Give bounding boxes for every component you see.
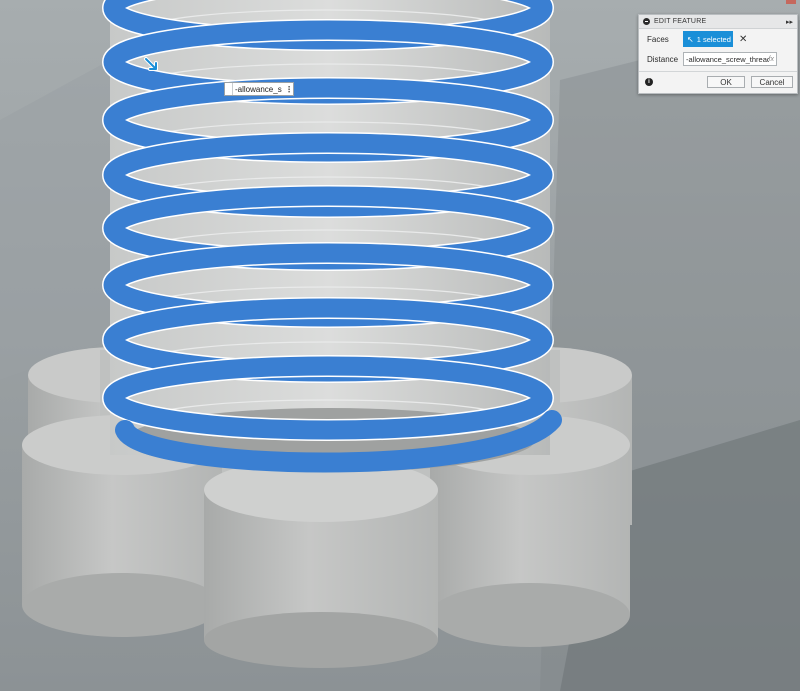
faces-label: Faces [647,34,669,44]
distance-label: Distance [647,54,679,64]
collapse-icon[interactable] [643,18,650,25]
dialog-footer: i OK Cancel [639,74,797,90]
clear-selection-icon[interactable]: ✕ [739,34,747,45]
edit-feature-dialog: EDIT FEATURE ▸▸ Faces ↖ 1 selected ✕ Dis… [638,14,798,94]
cancel-button[interactable]: Cancel [751,76,793,88]
ok-button[interactable]: OK [707,76,745,88]
dialog-header: EDIT FEATURE ▸▸ [639,15,797,29]
distance-row: Distance -allowance_screw_thread fx [639,49,797,69]
divider [639,71,797,72]
distance-field[interactable]: -allowance_screw_thread fx [683,52,777,66]
cursor-icon: ↖ [687,34,694,44]
distance-inline-value[interactable]: -allowance_s [233,85,285,94]
dialog-title: EDIT FEATURE [654,18,707,25]
3d-viewport[interactable] [0,0,800,691]
drag-grip[interactable] [225,83,233,95]
faces-row: Faces ↖ 1 selected ✕ [639,29,797,49]
distance-value[interactable]: -allowance_screw_thread [686,55,769,64]
fx-icon[interactable]: fx [769,56,776,63]
expand-icon[interactable]: ▸▸ [786,18,793,26]
viewcube-edge [786,0,796,4]
distance-inline-input[interactable]: -allowance_s ⋮ [224,82,294,96]
more-vertical-icon[interactable]: ⋮ [285,85,293,94]
faces-selection-value: 1 selected [696,34,731,44]
info-icon[interactable]: i [645,78,653,86]
faces-selection-button[interactable]: ↖ 1 selected [683,31,733,47]
base-lobe-front-center [204,458,438,668]
push-arrow-icon[interactable] [143,56,163,76]
